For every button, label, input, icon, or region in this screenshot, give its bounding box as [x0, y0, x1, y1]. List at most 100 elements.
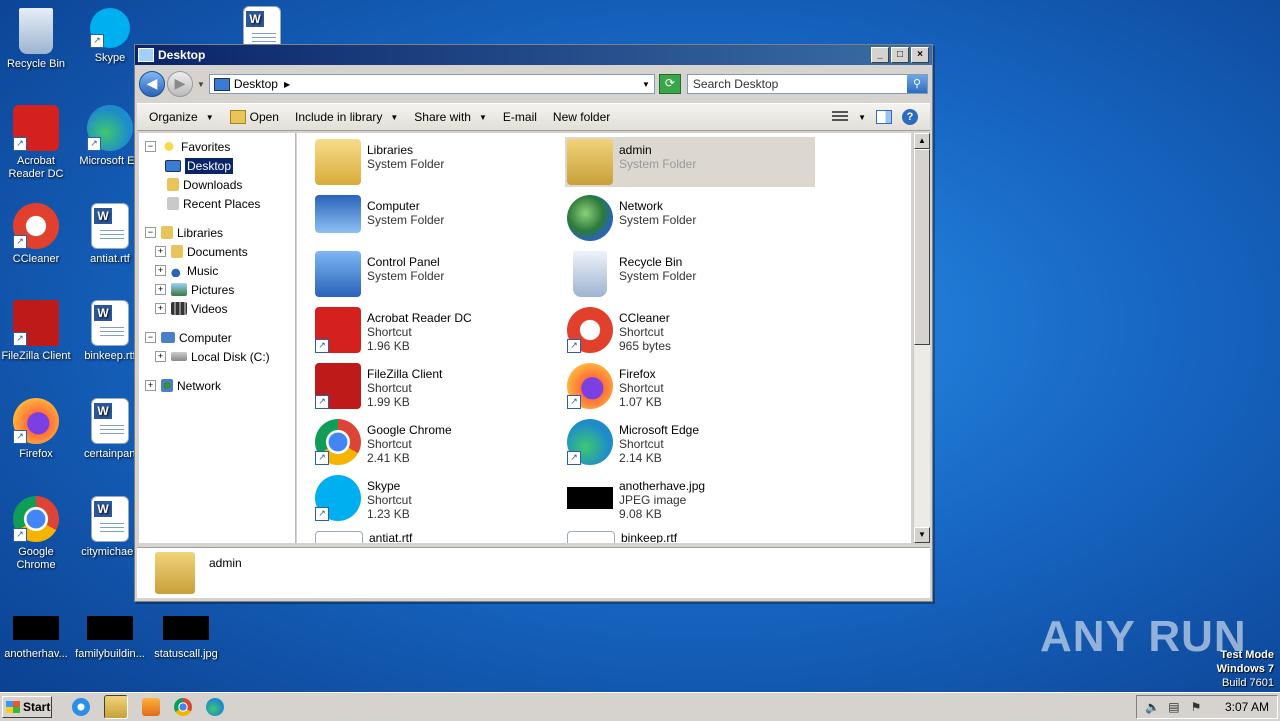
- internet-explorer-icon[interactable]: [72, 698, 90, 716]
- tree-computer[interactable]: − Computer: [139, 328, 295, 347]
- email-button[interactable]: E-mail: [503, 110, 537, 124]
- recent-pages-dropdown[interactable]: ▼: [197, 80, 205, 89]
- explorer-taskbar-icon[interactable]: [104, 695, 128, 719]
- jpeg-thumbnail-icon: [567, 487, 613, 509]
- minimize-button[interactable]: _: [871, 47, 889, 63]
- recycle-bin-icon: [19, 8, 53, 54]
- include-in-library-menu[interactable]: Include in library ▼: [295, 110, 398, 124]
- flag-icon[interactable]: ⚑: [1189, 700, 1203, 714]
- desktop-icon-ccleaner[interactable]: ↗ CCleaner: [0, 203, 72, 266]
- search-icon[interactable]: ⚲: [907, 75, 927, 93]
- expand-icon[interactable]: +: [155, 265, 166, 276]
- desktop-icon-acrobat[interactable]: ↗ Acrobat Reader DC: [0, 105, 72, 181]
- scroll-up-button[interactable]: ▲: [914, 133, 930, 149]
- details-item-name: admin: [209, 556, 242, 570]
- shortcut-arrow-icon: ↗: [13, 430, 27, 444]
- file-item-ccleaner[interactable]: ↗ CCleaner Shortcut 965 bytes: [565, 305, 815, 355]
- desktop-icon-filezilla[interactable]: ↗ FileZilla Client: [0, 300, 72, 363]
- new-folder-button[interactable]: New folder: [553, 110, 610, 124]
- desktop-icon-familybuilding[interactable]: familybuildin...: [74, 604, 146, 661]
- collapse-icon[interactable]: −: [145, 141, 156, 152]
- tree-network[interactable]: + Network: [139, 376, 295, 395]
- back-button[interactable]: ◀: [139, 71, 165, 97]
- address-dropdown-icon[interactable]: ▼: [642, 80, 650, 89]
- firefox-icon: ↗: [567, 363, 613, 409]
- file-item-libraries[interactable]: Libraries System Folder: [313, 137, 563, 187]
- chrome-taskbar-icon[interactable]: [174, 698, 192, 716]
- change-view-icon[interactable]: [832, 111, 849, 123]
- breadcrumb-arrow-icon[interactable]: ▶: [284, 80, 290, 89]
- item-type: JPEG image: [619, 493, 687, 507]
- file-item-admin[interactable]: admin System Folder: [565, 137, 815, 187]
- file-item-network[interactable]: Network System Folder: [565, 193, 815, 243]
- network-tray-icon[interactable]: ▤: [1167, 700, 1181, 714]
- close-button[interactable]: ×: [911, 47, 929, 63]
- media-player-icon[interactable]: [142, 698, 160, 716]
- forward-button[interactable]: ▶: [167, 71, 193, 97]
- tree-item-local-disk[interactable]: + Local Disk (C:): [139, 347, 295, 366]
- open-button[interactable]: Open: [229, 110, 279, 124]
- tree-item-documents[interactable]: + Documents: [139, 242, 295, 261]
- start-button[interactable]: Start: [2, 696, 52, 718]
- desktop-icon-firefox[interactable]: ↗ Firefox: [0, 398, 72, 461]
- maximize-button[interactable]: □: [891, 47, 909, 63]
- expand-icon[interactable]: +: [145, 380, 156, 391]
- tree-favorites[interactable]: − Favorites: [139, 137, 295, 156]
- tree-item-desktop[interactable]: Desktop: [139, 156, 295, 175]
- volume-icon[interactable]: 🔈: [1145, 700, 1160, 714]
- desktop-icon-recycle-bin[interactable]: Recycle Bin: [0, 8, 72, 71]
- desktop-icon-chrome[interactable]: ↗ Google Chrome: [0, 496, 72, 572]
- item-name: Network: [619, 199, 664, 213]
- expand-icon[interactable]: +: [155, 284, 166, 295]
- tree-item-videos[interactable]: + Videos: [139, 299, 295, 318]
- test-mode-line3: Build 7601: [1222, 677, 1274, 689]
- file-item-binkeep[interactable]: binkeep.rtf: [565, 529, 815, 543]
- address-text: Desktop: [233, 77, 278, 91]
- item-type: System Folder: [367, 213, 445, 227]
- address-field[interactable]: Desktop ▶ ▼: [208, 74, 655, 94]
- preview-pane-icon[interactable]: [876, 110, 892, 124]
- search-input[interactable]: Search Desktop ⚲: [686, 74, 928, 94]
- organize-menu[interactable]: Organize ▼: [149, 110, 214, 124]
- expand-icon[interactable]: +: [155, 303, 166, 314]
- edge-taskbar-icon[interactable]: [206, 698, 224, 716]
- file-item-edge[interactable]: ↗ Microsoft Edge Shortcut 2.14 KB: [565, 417, 815, 467]
- item-name: CCleaner: [619, 311, 670, 325]
- file-item-computer[interactable]: Computer System Folder: [313, 193, 563, 243]
- file-item-chrome[interactable]: ↗ Google Chrome Shortcut 2.41 KB: [313, 417, 563, 467]
- tree-item-pictures[interactable]: + Pictures: [139, 280, 295, 299]
- desktop-icon-anotherhave[interactable]: anotherhav...: [0, 604, 72, 661]
- file-item-recycle-bin[interactable]: Recycle Bin System Folder: [565, 249, 815, 299]
- item-type: Shortcut: [367, 493, 412, 507]
- libraries-icon: [315, 139, 361, 185]
- help-icon[interactable]: ?: [902, 109, 918, 125]
- tree-libraries[interactable]: − Libraries: [139, 223, 295, 242]
- tree-item-recent-places[interactable]: Recent Places: [139, 194, 295, 213]
- file-item-anotherhave[interactable]: anotherhave.jpg JPEG image 9.08 KB: [565, 473, 815, 523]
- title-bar[interactable]: Desktop _ □ ×: [135, 45, 932, 65]
- ccleaner-icon: ↗: [13, 203, 59, 249]
- view-dropdown-icon[interactable]: ▼: [858, 113, 866, 122]
- file-item-control-panel[interactable]: Control Panel System Folder: [313, 249, 563, 299]
- vertical-scrollbar[interactable]: ▲ ▼: [913, 133, 930, 543]
- refresh-button[interactable]: ⟳: [658, 74, 681, 94]
- collapse-icon[interactable]: −: [145, 332, 156, 343]
- collapse-icon[interactable]: −: [145, 227, 156, 238]
- scroll-down-button[interactable]: ▼: [914, 527, 930, 543]
- scroll-thumb[interactable]: [914, 149, 930, 345]
- file-item-antiat[interactable]: antiat.rtf: [313, 529, 563, 543]
- desktop-icon-statuscall[interactable]: statuscall.jpg: [150, 604, 222, 661]
- file-item-skype[interactable]: ↗ Skype Shortcut 1.23 KB: [313, 473, 563, 523]
- file-item-acrobat[interactable]: ↗ Acrobat Reader DC Shortcut 1.96 KB: [313, 305, 563, 355]
- file-item-filezilla[interactable]: ↗ FileZilla Client Shortcut 1.99 KB: [313, 361, 563, 411]
- expand-icon[interactable]: +: [155, 246, 166, 257]
- expand-icon[interactable]: +: [155, 351, 166, 362]
- tree-item-music[interactable]: + Music: [139, 261, 295, 280]
- item-size: 965 bytes: [619, 339, 672, 353]
- tree-item-downloads[interactable]: Downloads: [139, 175, 295, 194]
- shortcut-arrow-icon: ↗: [315, 395, 329, 409]
- share-with-menu[interactable]: Share with ▼: [414, 110, 487, 124]
- file-item-firefox[interactable]: ↗ Firefox Shortcut 1.07 KB: [565, 361, 815, 411]
- shortcut-arrow-icon: ↗: [315, 451, 329, 465]
- clock[interactable]: 3:07 AM: [1225, 700, 1269, 714]
